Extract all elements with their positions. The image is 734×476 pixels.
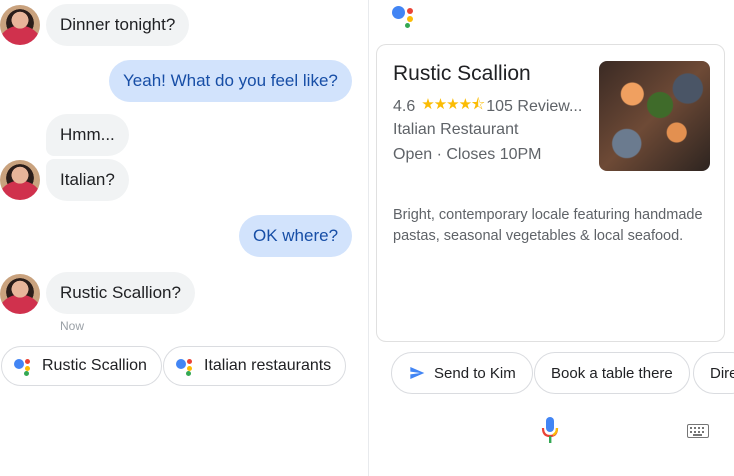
restaurant-card[interactable]: Rustic Scallion 4.6 ★★★★⯪ 105 Review... … xyxy=(376,44,725,342)
send-to-kim-label: Send to Kim xyxy=(434,364,516,382)
message-bubble: Yeah! What do you feel like? xyxy=(109,60,352,102)
send-to-kim-button[interactable]: Send to Kim xyxy=(391,352,533,394)
review-count: 105 Review... xyxy=(486,97,583,115)
contact-avatar[interactable] xyxy=(0,160,40,200)
suggestion-chip-rustic-scallion[interactable]: Rustic Scallion xyxy=(1,346,162,386)
contact-avatar[interactable] xyxy=(0,274,40,314)
restaurant-description: Bright, contemporary locale featuring ha… xyxy=(393,207,703,244)
opening-hours: Open · Closes 10PM xyxy=(393,146,542,163)
microphone-icon[interactable] xyxy=(540,416,560,444)
message-bubble: Rustic Scallion? xyxy=(46,272,195,314)
restaurant-photo xyxy=(599,61,710,171)
directions-label: Dire xyxy=(710,364,734,382)
restaurant-name: Rustic Scallion xyxy=(393,62,531,85)
suggestion-chip-label: Rustic Scallion xyxy=(42,357,147,374)
restaurant-category: Italian Restaurant xyxy=(393,121,519,138)
directions-button[interactable]: Dire xyxy=(693,352,734,394)
chat-panel: Dinner tonight? Yeah! What do you feel l… xyxy=(0,0,368,476)
message-bubble: OK where? xyxy=(239,215,353,257)
send-icon xyxy=(410,367,425,379)
rating-value: 4.6 xyxy=(393,97,416,115)
panel-divider xyxy=(368,0,369,476)
message-bubble: Hmm... xyxy=(46,114,129,156)
message-timestamp: Now xyxy=(60,319,85,333)
message-bubble: Dinner tonight? xyxy=(46,4,190,46)
rating-row: 4.6 ★★★★⯪ 105 Review... xyxy=(393,94,593,119)
contact-avatar[interactable] xyxy=(0,5,40,45)
book-table-label: Book a table there xyxy=(551,364,673,382)
google-assistant-icon xyxy=(392,6,418,28)
google-assistant-icon xyxy=(12,356,34,376)
suggestion-chip-italian-restaurants[interactable]: Italian restaurants xyxy=(163,346,347,386)
google-assistant-icon xyxy=(174,356,196,376)
keyboard-icon[interactable] xyxy=(687,424,709,438)
star-rating-icon: ★★★★⯪ xyxy=(421,96,485,113)
message-bubble: Italian? xyxy=(46,159,129,201)
suggestion-chip-label: Italian restaurants xyxy=(204,357,332,374)
book-table-button[interactable]: Book a table there xyxy=(534,352,690,394)
